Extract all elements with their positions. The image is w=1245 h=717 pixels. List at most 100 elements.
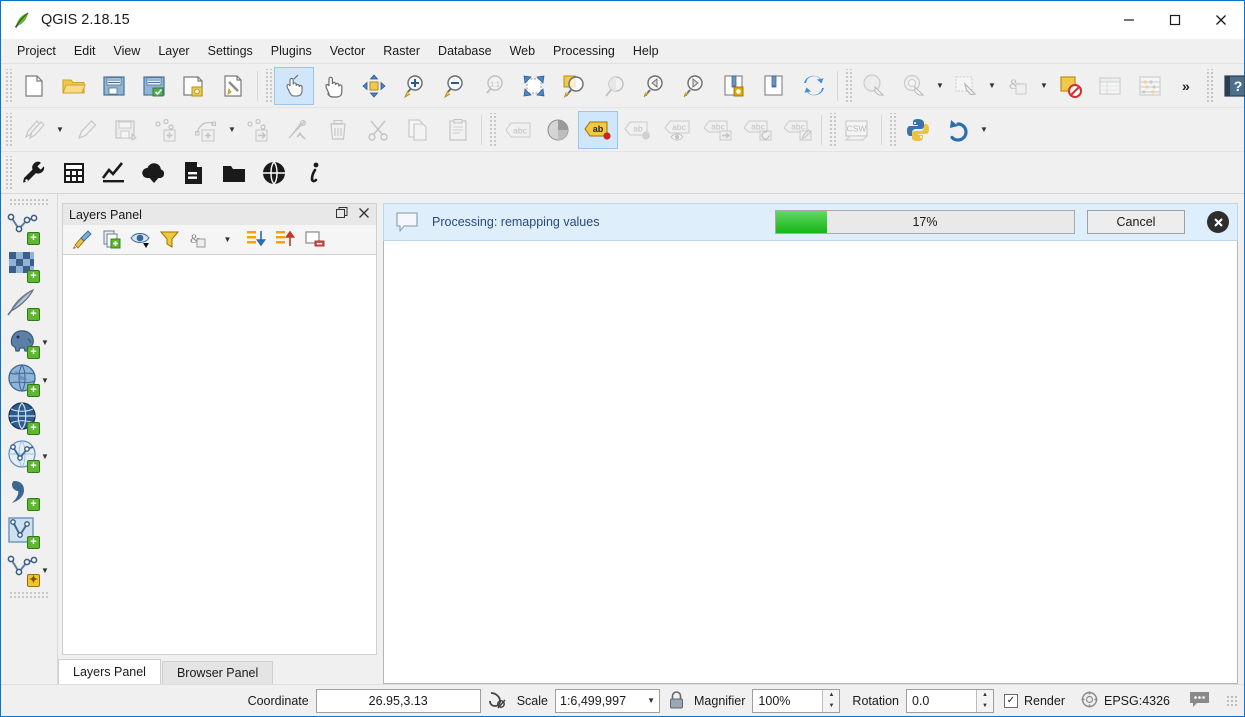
add-wfs-layer-button[interactable]: + ▼ [4, 437, 54, 475]
save-layer-edits-button[interactable] [106, 111, 146, 149]
menu-project[interactable]: Project [8, 41, 65, 61]
add-delimited-text-layer-button[interactable]: + [4, 285, 54, 323]
select-features-dropdown[interactable]: ▼ [986, 67, 998, 105]
menu-view[interactable]: View [104, 41, 149, 61]
zoom-full-button[interactable] [514, 67, 554, 105]
new-shapefile-layer-button[interactable]: ✦ ▼ [4, 551, 54, 589]
open-layer-styling-button[interactable] [69, 227, 96, 253]
zoom-out-button[interactable] [434, 67, 474, 105]
magnifier-stepper[interactable]: ▲▼ [822, 690, 839, 712]
zoom-to-selection-button[interactable] [594, 67, 634, 105]
add-wms-layer-button[interactable]: + [4, 399, 54, 437]
current-edits-button[interactable] [14, 111, 54, 149]
undo-button[interactable] [938, 111, 978, 149]
save-project-button[interactable] [94, 67, 134, 105]
toolbar-grip[interactable] [9, 591, 49, 599]
toolbar-overflow-button[interactable]: » [1170, 78, 1202, 94]
identify-features-button[interactable]: i [854, 67, 894, 105]
select-by-expression-dropdown[interactable]: ▼ [1038, 67, 1050, 105]
menu-vector[interactable]: Vector [321, 41, 374, 61]
collapse-all-button[interactable] [243, 227, 270, 253]
deselect-features-button[interactable] [1050, 67, 1090, 105]
show-bookmarks-button[interactable] [754, 67, 794, 105]
plugin-download-button[interactable] [134, 154, 174, 192]
select-features-button[interactable] [946, 67, 986, 105]
filter-legend-expression-button[interactable]: & [185, 227, 212, 253]
highlight-pinned-labels-button[interactable]: ab [578, 111, 618, 149]
add-virtual-layer-button[interactable]: + [4, 513, 54, 551]
scale-combo[interactable]: 1:6,499,997 ▼ [555, 689, 660, 713]
plugin-folder-button[interactable] [214, 154, 254, 192]
composer-manager-button[interactable] [214, 67, 254, 105]
add-circular-string-dropdown[interactable]: ▼ [226, 111, 238, 149]
rotate-label-button[interactable]: abc [738, 111, 778, 149]
menu-layer[interactable]: Layer [149, 41, 198, 61]
close-panel-button[interactable] [356, 207, 372, 222]
toggle-extents-icon[interactable] [487, 690, 511, 712]
add-group-button[interactable] [98, 227, 125, 253]
cut-features-button[interactable] [358, 111, 398, 149]
plugin-document-button[interactable] [174, 154, 214, 192]
zoom-native-button[interactable]: 1:1 [474, 67, 514, 105]
menu-edit[interactable]: Edit [65, 41, 105, 61]
layers-list[interactable] [62, 255, 377, 655]
plugin-wrench-button[interactable] [14, 154, 54, 192]
change-label-button[interactable]: abc [778, 111, 818, 149]
plugin-globe-button[interactable] [254, 154, 294, 192]
rotation-spinbox[interactable]: 0.0 ▲▼ [906, 689, 994, 713]
plugin-info-button[interactable] [294, 154, 334, 192]
touch-zoom-pan-button[interactable] [274, 67, 314, 105]
close-button[interactable] [1198, 1, 1244, 39]
tab-browser-panel[interactable]: Browser Panel [162, 661, 273, 684]
toolbar-grip[interactable] [844, 69, 852, 103]
filter-legend-button[interactable] [156, 227, 183, 253]
zoom-in-button[interactable] [394, 67, 434, 105]
window-resize-grip[interactable] [1226, 695, 1238, 707]
open-project-button[interactable] [54, 67, 94, 105]
add-spatialite-layer-button[interactable]: + ▼ [4, 361, 54, 399]
render-checkbox[interactable]: ✓ Render [1004, 694, 1065, 708]
maximize-button[interactable] [1152, 1, 1198, 39]
zoom-last-button[interactable] [634, 67, 674, 105]
toolbar-grip[interactable] [9, 198, 49, 206]
diagram-properties-button[interactable] [538, 111, 578, 149]
plugin-chart-button[interactable] [94, 154, 134, 192]
menu-web[interactable]: Web [501, 41, 544, 61]
zoom-to-layer-button[interactable] [554, 67, 594, 105]
delete-selected-button[interactable] [318, 111, 358, 149]
map-canvas[interactable] [383, 241, 1238, 684]
pan-to-selection-button[interactable] [354, 67, 394, 105]
chevron-down-icon[interactable]: ▼ [41, 338, 49, 347]
run-feature-action-button[interactable] [894, 67, 934, 105]
toolbar-grip[interactable] [4, 156, 12, 190]
chevron-down-icon[interactable]: ▼ [41, 452, 49, 461]
paste-features-button[interactable] [438, 111, 478, 149]
new-project-button[interactable] [14, 67, 54, 105]
float-panel-button[interactable] [334, 207, 350, 222]
menu-processing[interactable]: Processing [544, 41, 624, 61]
label-layer-button[interactable]: abc [498, 111, 538, 149]
toolbar-grip[interactable] [888, 113, 896, 147]
new-print-composer-button[interactable] [174, 67, 214, 105]
run-feature-action-dropdown[interactable]: ▼ [934, 67, 946, 105]
rotation-stepper[interactable]: ▲▼ [976, 690, 993, 712]
undo-dropdown[interactable]: ▼ [978, 111, 990, 149]
statistical-summary-button[interactable] [1130, 67, 1170, 105]
menu-database[interactable]: Database [429, 41, 501, 61]
add-feature-button[interactable] [146, 111, 186, 149]
current-edits-dropdown[interactable]: ▼ [54, 111, 66, 149]
toolbar-grip[interactable] [828, 113, 836, 147]
add-raster-layer-button[interactable]: + [4, 247, 54, 285]
show-hide-labels-button[interactable]: abc [658, 111, 698, 149]
menu-settings[interactable]: Settings [199, 41, 262, 61]
copy-features-button[interactable] [398, 111, 438, 149]
pin-labels-button[interactable]: ab [618, 111, 658, 149]
tab-layers-panel[interactable]: Layers Panel [58, 659, 161, 684]
move-label-button[interactable]: abc [698, 111, 738, 149]
toolbar-grip[interactable] [488, 113, 496, 147]
messages-bubble-icon[interactable] [1188, 690, 1214, 712]
help-button[interactable]: ? [1215, 67, 1245, 105]
toolbar-grip[interactable] [264, 69, 272, 103]
chevron-down-icon[interactable]: ▼ [41, 566, 49, 575]
move-feature-button[interactable] [238, 111, 278, 149]
